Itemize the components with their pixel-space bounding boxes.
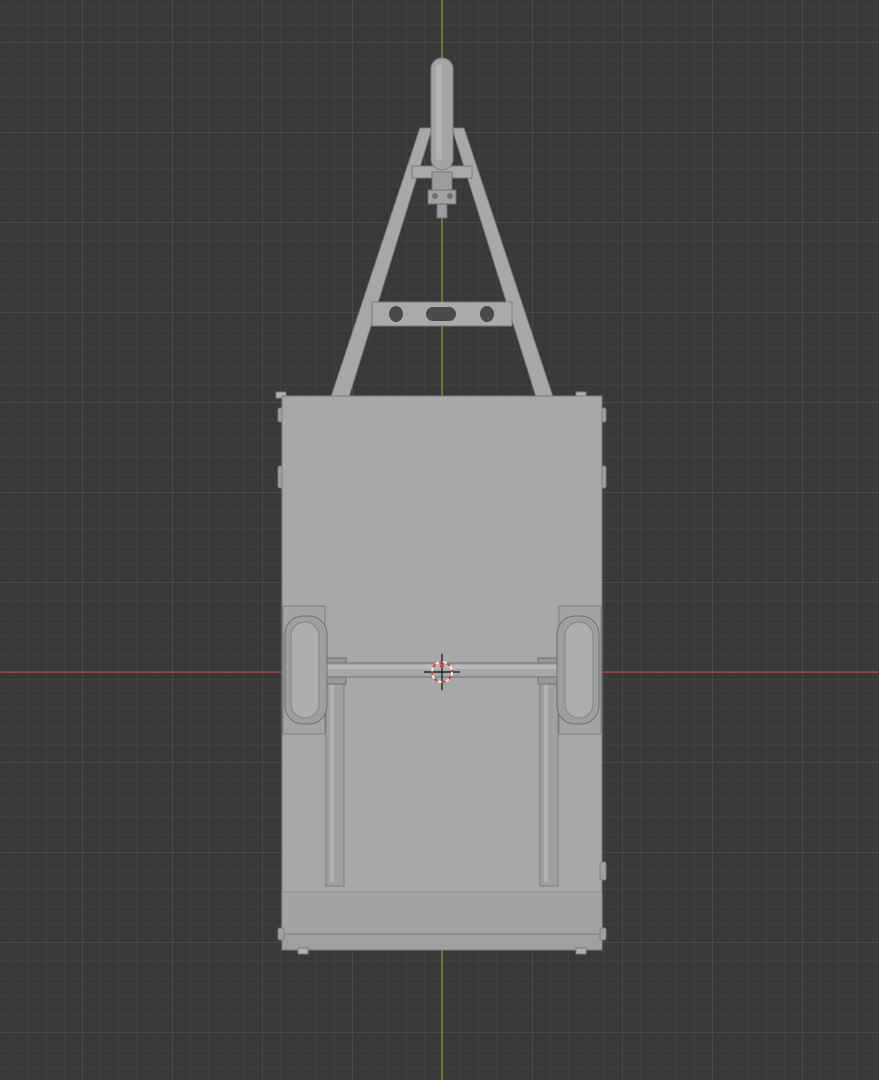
tailboard xyxy=(281,891,603,937)
side-bump-rear-right xyxy=(599,927,607,941)
side-bump-rear-left xyxy=(277,927,285,941)
3d-viewport[interactable] xyxy=(0,0,879,1080)
leaf-spring-left-highlight xyxy=(330,664,334,882)
leaf-spring-right-highlight xyxy=(544,664,548,882)
wheel-right[interactable] xyxy=(556,615,600,725)
hitch-ring-highlight xyxy=(436,64,442,160)
corner-peg-bottom-right xyxy=(575,947,587,955)
wheel-left-rim xyxy=(290,621,320,719)
cross-plate-hole-right xyxy=(480,306,494,322)
scene-canvas[interactable] xyxy=(0,0,879,1080)
wheel-left[interactable] xyxy=(284,615,328,725)
cross-plate-hole-left xyxy=(389,306,403,322)
cross-plate-slot xyxy=(426,307,456,321)
leaf-spring-right xyxy=(539,659,559,887)
corner-peg-bottom-left xyxy=(297,947,309,955)
tailboard-lip xyxy=(281,933,603,951)
side-bump-low-right xyxy=(599,861,607,881)
wheel-right-rim xyxy=(564,621,594,719)
hitch-coupler xyxy=(427,171,457,219)
leaf-spring-left xyxy=(325,659,345,887)
